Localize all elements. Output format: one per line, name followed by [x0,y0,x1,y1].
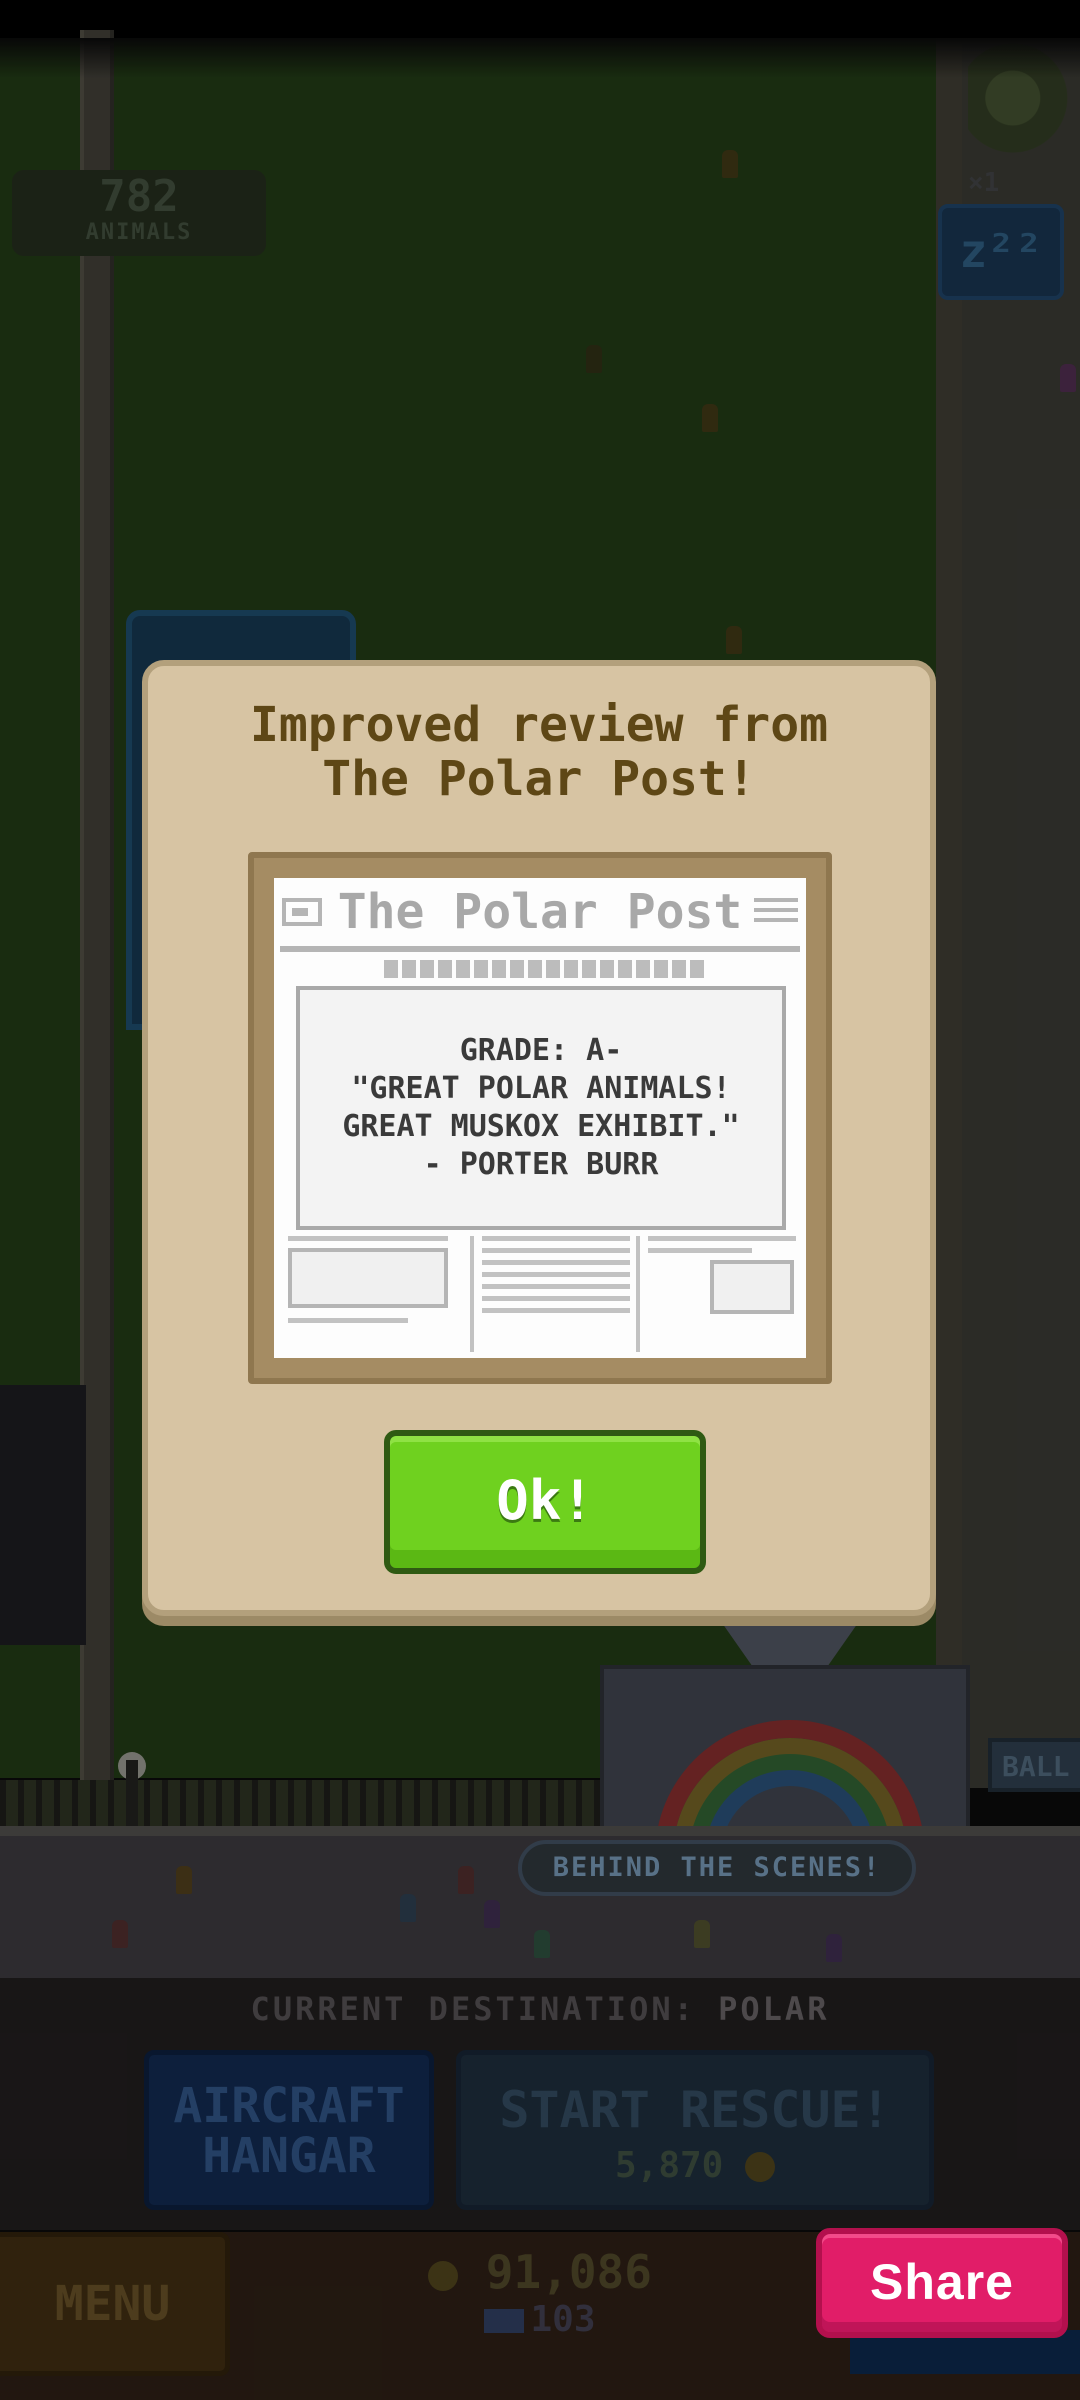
dialog-title-line1: Improved review from [250,697,828,753]
news-column-left [288,1236,460,1352]
column-line [482,1284,630,1289]
news-column-right [636,1236,796,1352]
column-line [482,1236,630,1241]
column-line [288,1318,408,1323]
review-quote-line2: GREAT MUSKOX EXHIBIT." [342,1109,740,1144]
review-quote-line1: "GREAT POLAR ANIMALS! [351,1071,731,1106]
column-line [648,1248,752,1253]
column-line [288,1236,448,1241]
column-line [482,1260,630,1265]
newspaper-subhead [384,960,704,978]
column-line [482,1248,630,1253]
news-column-mid [470,1236,630,1352]
ok-button[interactable]: Ok! [384,1430,706,1574]
column-line [648,1236,796,1241]
column-line [482,1308,630,1313]
masthead-rule [280,946,800,952]
dialog-title-line2: The Polar Post! [322,751,756,807]
review-author: - PORTER BURR [423,1147,659,1182]
review-grade: GRADE: A- [459,1033,623,1068]
column-line [482,1272,630,1277]
column-line [482,1296,630,1301]
dialog-title: Improved review from The Polar Post! [148,698,930,806]
newspaper: The Polar Post GRADE: A- "GREAT POLAR AN… [274,878,806,1358]
menu-lines-icon [754,898,798,928]
review-dialog: Improved review from The Polar Post! The… [142,660,936,1616]
newspaper-masthead: The Polar Post [337,884,743,940]
share-button[interactable]: Share [816,2228,1068,2338]
newspaper-frame: The Polar Post GRADE: A- "GREAT POLAR AN… [248,852,832,1384]
column-image [288,1248,448,1308]
column-image [710,1260,794,1314]
review-box: GRADE: A- "GREAT POLAR ANIMALS! GREAT MU… [296,986,786,1230]
